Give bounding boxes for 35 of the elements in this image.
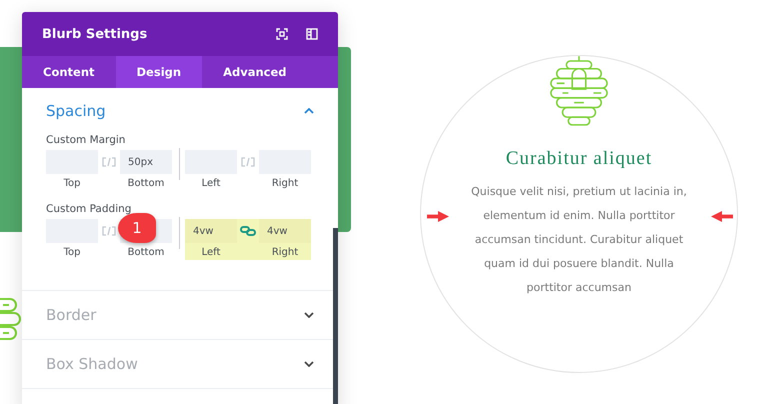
unlink-icon[interactable] [101, 157, 117, 167]
field-label: Left [202, 247, 220, 260]
section-title[interactable]: Spacing [46, 102, 106, 120]
field-label: Custom Margin [46, 134, 126, 146]
expand-icon[interactable] [276, 28, 288, 40]
field-label: Bottom [128, 178, 164, 191]
field-label: Top [64, 178, 80, 191]
field-label: Bottom [128, 247, 164, 260]
input-field[interactable]: 4vw [185, 219, 237, 243]
blurb-text: Quisque velit nisi, pretium ut lacinia in, elementum id enim. Nulla porttitor accumsan tincidunt. Curabitur aliquet quam id dui posuere blandit. Nulla porttitor accumsan [470, 184, 688, 296]
tab[interactable]: Content [22, 56, 116, 88]
field-label: Right [272, 247, 298, 260]
field-label: Custom Padding [46, 203, 132, 215]
right-arrow-icon [427, 211, 449, 222]
step-tooltip: 1 [118, 213, 156, 243]
field-label: Left [202, 178, 220, 191]
tab[interactable]: Advanced [202, 56, 308, 88]
sidebar-icon[interactable] [306, 28, 318, 40]
left-arrow-icon [711, 211, 733, 222]
caret-icon[interactable] [304, 361, 314, 367]
scrollbar[interactable] [333, 228, 338, 404]
link-icon[interactable] [240, 226, 256, 236]
panel-title: Blurb Settings [42, 26, 148, 42]
tab[interactable]: Design [116, 56, 202, 88]
input-field[interactable]: 4vw [259, 219, 311, 243]
caret-icon[interactable] [304, 108, 314, 114]
beehive-icon [0, 298, 22, 342]
beehive-icon [549, 56, 609, 128]
blurb-title: Curabitur aliquet [506, 148, 652, 170]
unlink-icon[interactable] [240, 157, 256, 167]
field-label: Top [64, 247, 80, 260]
input-field[interactable]: 50px [120, 150, 172, 174]
unlink-icon[interactable] [101, 226, 117, 236]
caret-icon[interactable] [304, 312, 314, 318]
field-label: Right [272, 178, 298, 191]
